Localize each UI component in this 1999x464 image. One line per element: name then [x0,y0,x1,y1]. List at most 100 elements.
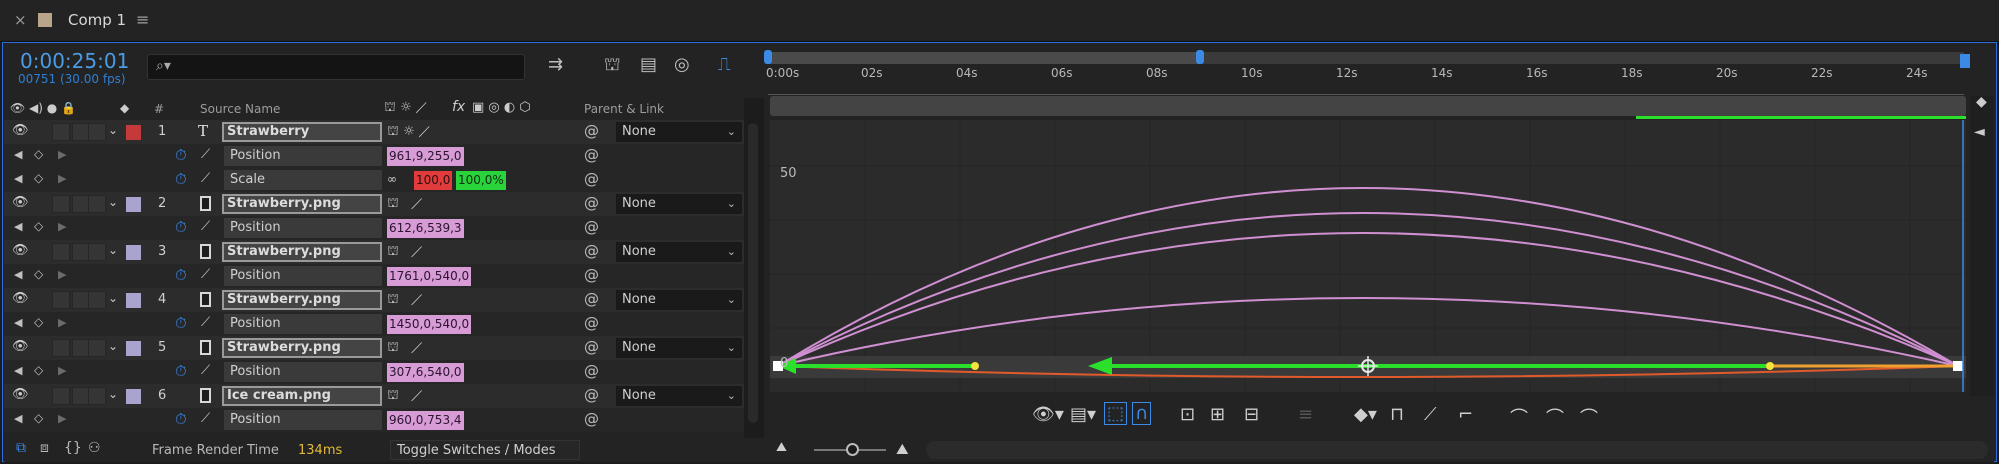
audio-switch[interactable] [52,195,70,213]
audio-switch[interactable] [52,339,70,357]
graph-include-icon[interactable]: ⟋ [201,219,210,234]
property-row[interactable]: ◀ ◇ ▶ ⏱ ⟋ Position 1761,0,540,0 @ [4,264,744,288]
auto-bezier-icon[interactable]: ⌐ [1458,404,1473,425]
frame-blending-icon[interactable]: ▤ [640,54,657,75]
position-value[interactable]: 1761,0,540,0 [387,267,472,286]
linear-keyframe-icon[interactable]: ⟋ [1424,404,1437,425]
expand-switches-icon[interactable]: {} [64,440,82,456]
layer-name[interactable]: Strawberry.png [222,194,382,214]
next-keyframe-icon[interactable]: ▶ [58,316,66,329]
property-row[interactable]: ◀ ◇ ▶ ⏱ ⟋ Position 1450,0,540,0 @ [4,312,744,336]
panel-splitter[interactable] [744,98,764,438]
lock-switch[interactable] [88,195,106,213]
snap-icon[interactable]: ∩ [1132,402,1152,425]
layer-row[interactable]: 👁 ⌄ 3 Strawberry.png ⛫ ⟋ @ None ⌄ [4,240,744,264]
graph-type-icon[interactable]: ▤▾ [1070,404,1096,425]
stopwatch-icon[interactable]: ⏱ [175,314,187,332]
graph-include-icon[interactable]: ⟋ [201,363,210,378]
scale-y-value[interactable]: 100,0% [456,171,506,190]
layer-search-input[interactable]: ⌕▾ [147,54,525,80]
eye-icon[interactable]: 👁 [12,339,29,354]
transform-box-icon[interactable]: ⬚ [1104,402,1128,425]
property-row[interactable]: ◀ ◇ ▶ ⏱ ⟋ Position 960,0,753,4 @ [4,408,744,432]
layer-name[interactable]: Strawberry.png [222,242,382,262]
composition-flowchart-icon[interactable]: ⇉ [548,54,563,75]
chevron-down-icon[interactable]: ⌄ [108,339,118,353]
next-keyframe-icon[interactable]: ▶ [58,172,66,185]
diamond-keyframe-icon[interactable]: ◆▾ [1354,404,1377,425]
graph-include-icon[interactable]: ⟋ [201,147,210,162]
current-time-display[interactable]: 0:00:25:01 [20,49,129,73]
prev-keyframe-icon[interactable]: ◀ [14,220,22,233]
keyframe-toggle-icon[interactable]: ◇ [34,267,43,281]
keyframe-toggle-icon[interactable]: ◇ [34,171,43,185]
pick-whip-icon[interactable]: @ [584,386,599,404]
easy-ease-out-icon[interactable]: ⌒ [1580,404,1598,430]
pick-whip-icon[interactable]: @ [584,122,599,140]
layer-switches[interactable]: ⛫ ⟋ [387,196,423,213]
motion-blur-icon[interactable]: ◎ [674,54,690,75]
parent-dropdown[interactable]: None ⌄ [616,386,742,406]
lock-switch[interactable] [88,339,106,357]
prev-keyframe-icon[interactable]: ◀ [14,412,22,425]
property-row[interactable]: ◀ ◇ ▶ ⏱ ⟋ Position 961,9,255,0 @ [4,144,744,168]
layer-row[interactable]: 👁 ⌄ 1 T Strawberry ⛫ ☼ ⟋ @ None ⌄ [4,120,744,144]
next-keyframe-icon[interactable]: ▶ [58,268,66,281]
property-row[interactable]: ◀ ◇ ▶ ⏱ ⟋ Position 307,6,540,0 @ [4,360,744,384]
eye-icon[interactable]: 👁 [12,195,29,210]
eye-icon[interactable]: 👁 [12,243,29,258]
next-keyframe-icon[interactable]: ▶ [58,220,66,233]
parent-dropdown[interactable]: None ⌄ [616,338,742,358]
chevron-down-icon[interactable]: ⌄ [108,387,118,401]
pick-whip-icon[interactable]: @ [584,290,599,308]
close-tab-icon[interactable]: × [14,11,27,29]
next-keyframe-icon[interactable]: ▶ [58,364,66,377]
av-features-icons[interactable]: 👁 ◀) ● 🔒 [10,101,76,115]
zoom-out-icon[interactable]: ⛰ [776,440,787,455]
vertical-scrollbar[interactable] [748,123,758,423]
stopwatch-icon[interactable]: ⏱ [175,146,187,164]
position-value[interactable]: 1450,0,540,0 [387,315,472,334]
expression-pick-whip-icon[interactable]: @ [584,314,599,332]
audio-switch[interactable] [52,291,70,309]
easy-ease-icon[interactable]: ⌒ [1510,404,1528,430]
audio-switch[interactable] [52,123,70,141]
graph-include-icon[interactable]: ⟋ [201,171,210,186]
edit-keyframe-icon[interactable]: ≡ [1298,404,1313,425]
switches-header-icons-2[interactable]: ▣ ◎ ◐ ⬡ [472,100,531,115]
position-value[interactable]: 961,9,255,0 [387,147,464,166]
shy-layers-icon[interactable]: ⛫ [604,54,621,78]
position-value[interactable]: 612,6,539,3 [387,219,464,238]
stopwatch-icon[interactable]: ⏱ [175,170,187,188]
keyframe-toggle-icon[interactable]: ◇ [34,219,43,233]
graph-editor-icon[interactable]: ⎍ [718,54,731,75]
parent-dropdown[interactable]: None ⌄ [616,242,742,262]
snap-to-end-icon[interactable]: ◄ [1974,124,1985,140]
end-marker-icon[interactable]: ◆ [1976,94,1987,110]
prev-keyframe-icon[interactable]: ◀ [14,316,22,329]
expand-modes-icon[interactable]: ⚇ [88,440,101,456]
eye-icon[interactable]: 👁▾ [1032,404,1064,425]
graph-vertical-scrollbar[interactable] [1970,96,1994,396]
layer-label-color[interactable] [126,293,141,308]
position-value[interactable]: 960,0,753,4 [387,411,464,430]
source-name-column-header[interactable]: Source Name [200,102,280,116]
keyframe-toggle-icon[interactable]: ◇ [34,315,43,329]
stopwatch-icon[interactable]: ⏱ [175,410,187,428]
stopwatch-icon[interactable]: ⏱ [175,218,187,236]
fx-column-header[interactable]: fx [452,99,465,115]
property-row[interactable]: ◀ ◇ ▶ ⏱ ⟋ Scale ∞ 100,0 100,0% @ [4,168,744,192]
graph-include-icon[interactable]: ⟋ [201,315,210,330]
expression-pick-whip-icon[interactable]: @ [584,410,599,428]
layer-switches[interactable]: ⛫ ⟋ [387,292,423,309]
render-time-icon[interactable]: ⧈ [40,440,49,456]
lock-switch[interactable] [88,291,106,309]
eye-icon[interactable]: 👁 [12,291,29,306]
expression-pick-whip-icon[interactable]: @ [584,170,599,188]
work-area-end-handle[interactable] [1196,50,1204,64]
panel-menu-icon[interactable]: ≡ [136,10,149,29]
work-area-start-handle[interactable] [764,50,772,64]
prev-keyframe-icon[interactable]: ◀ [14,364,22,377]
time-ruler[interactable]: 0:00s 02s 04s 06s 08s 10s 12s 14s 16s 18… [764,44,1996,96]
pick-whip-icon[interactable]: @ [584,242,599,260]
